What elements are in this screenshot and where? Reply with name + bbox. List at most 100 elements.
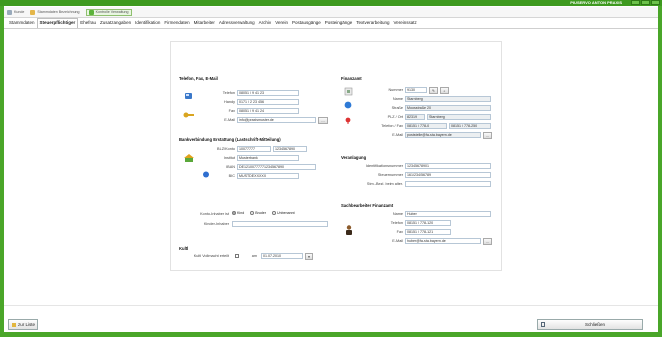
radio-label: Unbenannt — [277, 211, 295, 215]
fa-edit-button[interactable]: ✎ — [429, 87, 438, 94]
door-icon — [541, 322, 545, 328]
steuernummer-input[interactable]: 161/234/56789 — [405, 172, 491, 178]
telefon-input[interactable]: 08051 / 9 41 23 — [237, 90, 299, 96]
stm-bezl-input[interactable] — [405, 181, 491, 187]
quick-access-bar: Kunde Stammdaten Bezeichnung Kontrolle V… — [4, 7, 658, 18]
fa-strasse-label: Straße — [391, 106, 403, 110]
blz-label: BLZ/Konto — [217, 147, 235, 151]
maximize-button[interactable] — [641, 0, 650, 5]
tab-identifikation[interactable]: Identifikation — [133, 19, 162, 28]
tab-zusatzangaben[interactable]: Zusatzangaben — [98, 19, 133, 28]
quickbar-item-3[interactable]: Kontrolle Verwaltung — [85, 8, 132, 16]
radio-kind[interactable]: Kind — [232, 211, 244, 216]
fax-input[interactable]: 08051 / 9 41 24 — [237, 108, 299, 114]
bank-section-title: Bankverbindung Erstattung (Lastschrift-M… — [179, 137, 281, 142]
iban-input[interactable]: DE12100777771234567890 — [237, 164, 316, 170]
radio-bruder[interactable]: Bruder — [250, 211, 266, 216]
schliessen-button[interactable]: Schließen — [537, 319, 643, 330]
contact-section-title: Telefon, Fax, E-Mail — [179, 76, 218, 81]
tab-steuerpflichtiger[interactable]: Steuerpflichtiger — [36, 18, 79, 28]
fa-telefon-input[interactable]: 08151 / 778-0 — [405, 123, 447, 129]
idnr-label: Identifikationsnummer — [365, 164, 403, 168]
radio-dot-icon — [250, 211, 255, 216]
fa-ort-input[interactable]: Starnberg — [427, 114, 491, 120]
sb-telefon-input[interactable]: 08151 / 778-120 — [405, 220, 451, 226]
handy-input[interactable]: 0171 / 2 23 456 — [237, 99, 299, 105]
fa-nummer-input[interactable]: 9130 — [405, 87, 427, 93]
sb-email-input[interactable]: huber@fa-sta.bayern.de — [405, 238, 481, 244]
window-controls — [631, 0, 660, 5]
fax-label: Fax — [228, 109, 235, 113]
email-send-button[interactable]: … — [318, 117, 328, 124]
radio-dot-icon — [272, 211, 276, 216]
bic-input[interactable]: MUSTDEXXXXX — [237, 173, 299, 179]
steuernummer-label: Steuernummer — [377, 173, 403, 177]
sb-name-input[interactable]: Huber — [405, 211, 491, 217]
fa-email-button[interactable]: … — [483, 132, 492, 139]
quickbar-item-2[interactable]: Stammdaten Bezeichnung — [30, 9, 80, 15]
konto-inhaber-radio-group: Kind Bruder Unbenannt — [232, 211, 295, 216]
fa-fax-input[interactable]: 08151 / 778-250 — [449, 123, 491, 129]
tab-ehefrau[interactable]: Ehefrau — [78, 19, 98, 28]
email-label: E-Mail — [224, 118, 235, 122]
right-column: Finanzamt Nummer 9130 ✎ ⌕ Name Starnberg… — [339, 47, 497, 270]
fa-email-input[interactable]: poststelle@fa-sta.bayern.de — [405, 132, 481, 138]
tab-adressverwaltung[interactable]: Adressverwaltung — [217, 19, 257, 28]
phone-icon — [185, 93, 192, 99]
tab-stammdaten[interactable]: Stammdaten — [7, 19, 37, 28]
tab-firmendaten[interactable]: Firmendaten — [162, 19, 191, 28]
zur-liste-label: zur Liste — [18, 322, 36, 327]
fa-search-button[interactable]: ⌕ — [440, 87, 449, 94]
kultl-vollmacht-checkbox[interactable] — [235, 254, 239, 258]
sb-email-label: E-Mail — [392, 239, 403, 243]
tab-verein[interactable]: Verein — [273, 19, 290, 28]
idnr-input[interactable]: 12345678901 — [405, 163, 491, 169]
minimize-button[interactable] — [631, 0, 640, 5]
fa-plz-label: PLZ / Ort — [387, 115, 403, 119]
fa-strasse-input[interactable]: Moosstraße 20 — [405, 105, 491, 111]
kinder-inhaber-input[interactable] — [232, 221, 328, 227]
tab-archiv[interactable]: Archiv — [257, 19, 274, 28]
institut-input[interactable]: Musterbank — [237, 155, 299, 161]
pin-icon — [345, 117, 351, 124]
key-icon — [183, 112, 194, 118]
iban-label: IBAN — [226, 165, 235, 169]
tab-vereinssatz[interactable]: Vereinssatz — [392, 19, 419, 28]
close-window-button[interactable] — [651, 0, 660, 5]
telefon-label: Telefon — [222, 91, 235, 95]
kultl-date-input[interactable]: 01.07.2010 — [261, 253, 303, 259]
institut-label: Institut — [223, 156, 235, 160]
blz-input[interactable]: 10077777 — [237, 146, 271, 152]
bottom-bar: zur Liste Schließen — [4, 305, 658, 332]
tab-postausgaenge[interactable]: Postausgänge — [290, 19, 323, 28]
window-title: PIUSERVO ANTON PRAXIS — [570, 0, 622, 5]
sachbearbeiter-section-title: Sachbearbeiter Finanzamt — [341, 203, 394, 208]
konto-input[interactable]: 1234567890 — [273, 146, 307, 152]
tab-mitarbeiter[interactable]: Mitarbeiter — [192, 19, 217, 28]
quickbar-label: Kontrolle Verwaltung — [95, 10, 129, 14]
quickbar-item-1[interactable]: Kunde — [7, 9, 25, 15]
kultl-section-title: Kultl — [179, 246, 189, 251]
konto-inhaber-label: Konto-Inhaber ist — [200, 212, 229, 216]
fa-email-label: E-Mail — [392, 133, 403, 137]
fa-name-label: Name — [392, 97, 403, 101]
user-icon — [7, 9, 12, 15]
sb-email-button[interactable]: … — [483, 238, 492, 245]
radio-unbenannt[interactable]: Unbenannt — [272, 211, 295, 216]
sb-fax-input[interactable]: 08151 / 778-121 — [405, 229, 451, 235]
check-icon — [88, 9, 94, 15]
zur-liste-button[interactable]: zur Liste — [8, 319, 38, 330]
quickbar-label: Kunde — [14, 10, 25, 14]
date-picker-button[interactable]: ▾ — [305, 253, 313, 260]
veranlagung-section-title: Veranlagung — [341, 155, 367, 160]
tab-posteingaenge[interactable]: Posteingänge — [323, 19, 355, 28]
radio-label: Bruder — [255, 211, 266, 215]
sb-telefon-label: Telefon — [390, 221, 403, 225]
folder-icon — [30, 9, 36, 15]
radio-dot-icon — [232, 211, 236, 216]
fa-plz-input[interactable]: 82319 — [405, 114, 425, 120]
tab-bar: Stammdaten Steuerpflichtiger Ehefrau Zus… — [4, 18, 658, 29]
fa-name-input[interactable]: Starnberg — [405, 96, 491, 102]
tab-textverarbeitung[interactable]: Textverarbeitung — [354, 19, 391, 28]
email-input[interactable]: info@praxismuster.de — [237, 117, 316, 123]
